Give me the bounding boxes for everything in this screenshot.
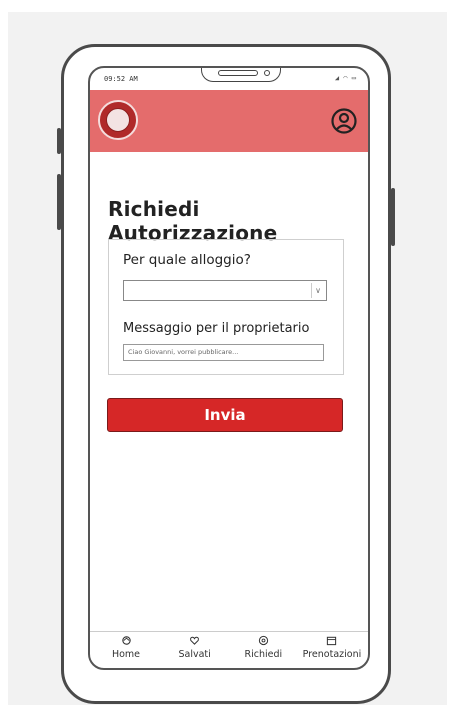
speaker-icon xyxy=(218,70,258,76)
app-header xyxy=(90,90,368,152)
calendar-icon xyxy=(327,636,337,646)
phone-side-button-left xyxy=(57,128,61,154)
messaggio-label: Messaggio per il proprietario xyxy=(123,321,310,336)
nav-item-prenotazioni[interactable]: Prenotazioni xyxy=(298,635,366,668)
nav-item-salvati[interactable]: Salvati xyxy=(161,635,229,668)
camera-icon xyxy=(264,70,270,76)
status-time: 09:52 AM xyxy=(104,75,138,83)
university-seal-icon xyxy=(106,108,130,132)
alloggio-label: Per quale alloggio? xyxy=(123,252,251,268)
phone-side-button-right xyxy=(391,188,395,246)
request-form: Per quale alloggio? ∨ Messaggio per il p… xyxy=(108,239,344,375)
request-icon xyxy=(258,635,268,646)
phone-screen: 09:52 AM ◢ ◠ ▭ Richiedi Autorizzazione P… xyxy=(88,66,370,670)
bottom-nav: Home Salvati Richiedi Prenotazioni xyxy=(90,631,368,668)
home-icon xyxy=(121,636,131,645)
messaggio-input[interactable]: Ciao Giovanni, vorrei pubblicare... xyxy=(123,344,324,361)
phone-side-button-left-lower xyxy=(57,174,61,230)
chevron-down-icon[interactable]: ∨ xyxy=(311,283,324,298)
nav-item-richiedi[interactable]: Richiedi xyxy=(229,635,297,668)
university-logo[interactable] xyxy=(98,100,138,140)
invia-button[interactable]: Invia xyxy=(107,398,343,432)
alloggio-select[interactable]: ∨ xyxy=(123,280,327,301)
nav-item-home[interactable]: Home xyxy=(92,635,160,668)
page-title: Richiedi Autorizzazione xyxy=(108,197,278,245)
status-bar: 09:52 AM ◢ ◠ ▭ xyxy=(90,68,368,90)
nav-label-home: Home xyxy=(111,649,141,660)
nav-label-salvati: Salvati xyxy=(178,649,211,660)
nav-label-richiedi: Richiedi xyxy=(244,649,283,660)
nav-label-prenotazioni: Prenotazioni xyxy=(302,649,362,660)
status-icons: ◢ ◠ ▭ xyxy=(334,74,356,82)
user-circle-icon[interactable] xyxy=(330,107,358,135)
heart-icon xyxy=(190,636,200,645)
